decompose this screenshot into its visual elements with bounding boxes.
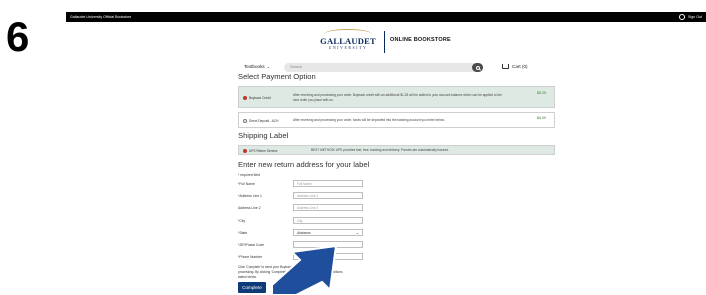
search-icon (475, 65, 480, 70)
screenshot-root: 6 Gallaudet University Official Bookstor… (0, 0, 706, 295)
address-line1-field[interactable]: Address Line 1 (293, 192, 363, 199)
payment-option-description: After receiving and processing your orde… (293, 93, 502, 102)
sign-out-link[interactable]: Sign Out (679, 13, 702, 21)
state-label: *State (238, 231, 248, 235)
user-icon (679, 14, 686, 20)
address-line1-label: *Address Line 1 (238, 194, 262, 198)
shipping-option-description: BEST METHOD! UPS provides fast, free, tr… (311, 148, 449, 152)
payment-heading: Select Payment Option (238, 72, 316, 81)
shipping-heading: Shipping Label (238, 131, 289, 140)
chevron-down-icon: ⌄ (355, 230, 359, 235)
payment-option-price: $4.00 (537, 116, 546, 120)
radio-button[interactable] (243, 148, 247, 153)
address-heading: Enter new return address for your label (238, 160, 370, 169)
logo-name: GALLAUDET (320, 36, 376, 46)
payment-option-price: $5.25 (537, 91, 546, 95)
radio-button[interactable] (243, 96, 247, 100)
payment-option-title: Buyback Credit (249, 96, 271, 100)
cart-icon (502, 64, 509, 69)
cart-link[interactable]: Cart (0) (502, 64, 528, 69)
phone-label: *Phone Number (238, 255, 263, 259)
sign-out-label: Sign Out (688, 15, 702, 19)
logo-divider (384, 31, 385, 53)
textbooks-label: Textbooks (244, 64, 265, 69)
top-bar: Gallaudet University Official Bookstore … (66, 12, 706, 22)
payment-option-buyback[interactable]: Buyback Credit After receiving and proce… (238, 86, 555, 108)
complete-button[interactable]: Complete (238, 282, 266, 293)
state-select[interactable]: Alabama ⌄ (293, 229, 363, 236)
required-note: * required field (238, 173, 260, 177)
search-input[interactable]: Search (284, 63, 478, 72)
radio-button[interactable] (243, 119, 247, 123)
address-line2-field[interactable]: Address Line 2 (293, 204, 363, 211)
full-name-field[interactable]: Full Name (293, 180, 363, 187)
university-logo[interactable]: GALLAUDET UNIVERSITY (318, 29, 378, 59)
city-field[interactable]: City (293, 217, 363, 224)
full-name-label: *Full Name (238, 182, 255, 186)
payment-option-title: Direct Deposit - ACH (249, 119, 279, 123)
cart-label: Cart (0) (512, 64, 528, 69)
store-name: ONLINE BOOKSTORE (390, 37, 451, 43)
site-title: Gallaudet University Official Bookstore (70, 15, 132, 19)
shipping-option-ups[interactable]: UPS Return Service BEST METHOD! UPS prov… (238, 145, 555, 155)
search-button[interactable] (472, 63, 483, 72)
logo-subtitle: UNIVERSITY (328, 46, 368, 50)
payment-option-description: After receiving and processing your orde… (293, 118, 445, 122)
chevron-down-icon: ⌄ (266, 64, 271, 69)
complete-notice: Click 'Complete' to send your Buyback or… (238, 265, 343, 279)
payment-option-ach[interactable]: Direct Deposit - ACH After receiving and… (238, 112, 555, 128)
state-value: Alabama (297, 231, 311, 235)
address-line2-label: Address Line 2 (238, 206, 261, 210)
browser-window: Gallaudet University Official Bookstore … (66, 12, 706, 295)
phone-field[interactable] (293, 253, 363, 260)
zip-label: *ZIP/Postal Code (238, 243, 265, 247)
textbooks-menu[interactable]: Textbooks ⌄ (244, 64, 270, 69)
shipping-option-title: UPS Return Service (249, 148, 278, 153)
step-number: 6 (6, 13, 30, 60)
zip-field[interactable] (293, 241, 363, 248)
city-label: *City (238, 219, 246, 223)
